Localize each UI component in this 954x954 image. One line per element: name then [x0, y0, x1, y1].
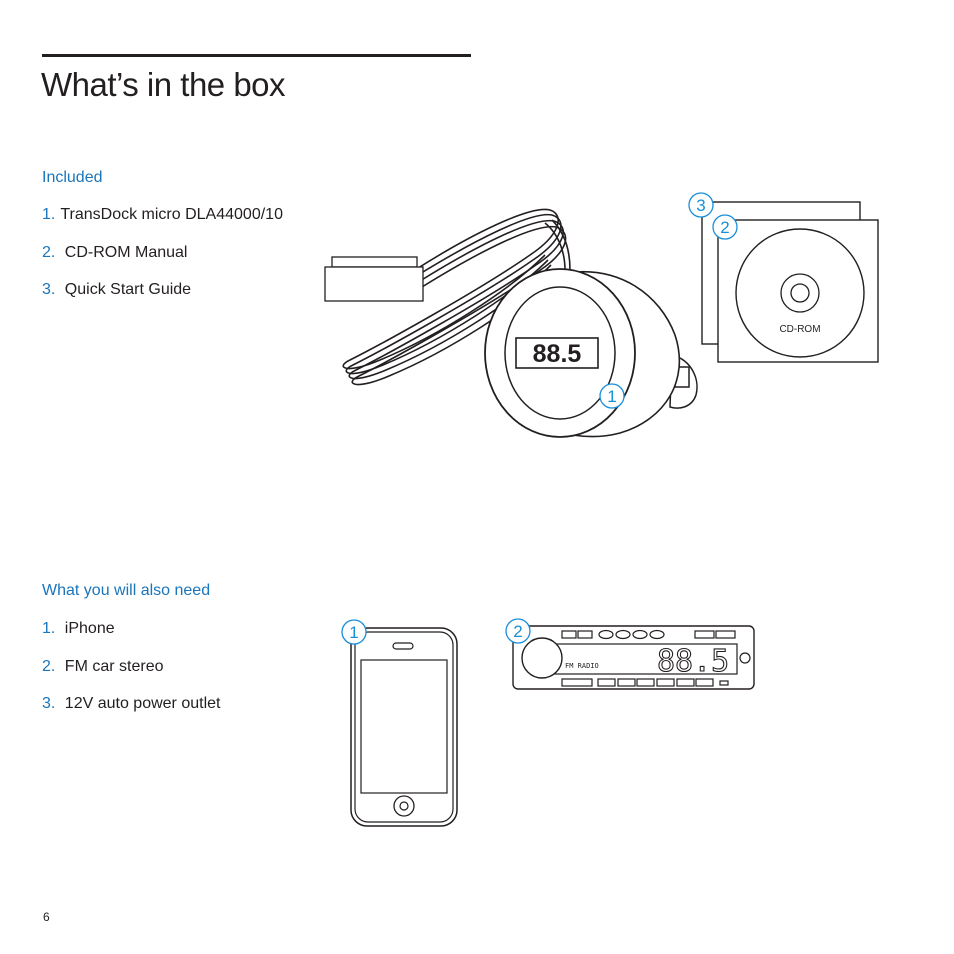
- list-item: 1. iPhone: [42, 620, 220, 658]
- item-number: 3.: [42, 281, 56, 298]
- svg-text:2: 2: [720, 218, 729, 237]
- item-number: 3.: [42, 695, 56, 712]
- iphone-illustration: 1: [341, 619, 458, 827]
- callout-transdock: 1: [599, 383, 625, 409]
- page-title: What’s in the box: [41, 66, 286, 103]
- transdock-body: 88.5: [484, 268, 681, 438]
- item-label: Quick Start Guide: [64, 281, 192, 298]
- also-need-list: 1. iPhone 2. FM car stereo 3. 12V auto p…: [42, 620, 220, 733]
- callout-cd: 2: [712, 214, 738, 240]
- transdock-illustration: 88.5 1: [324, 208, 698, 438]
- also-need-heading: What you will also need: [42, 582, 211, 599]
- list-item: 2. FM car stereo: [42, 658, 220, 696]
- item-label: TransDock micro DLA44000/10: [60, 206, 283, 223]
- list-item: 3. Quick Start Guide: [42, 281, 283, 319]
- item-label: FM car stereo: [64, 657, 164, 675]
- volume-knob: [521, 637, 563, 679]
- dock-connector: [324, 256, 424, 302]
- list-item: 1. TransDock micro DLA44000/10: [42, 206, 283, 244]
- transdock-display: 88.5: [533, 340, 582, 368]
- svg-text:2: 2: [513, 622, 522, 641]
- list-item: 3. 12V auto power outlet: [42, 695, 220, 733]
- cd-label: CD-ROM: [779, 324, 820, 335]
- item-number: 1.: [42, 620, 56, 637]
- item-label: CD-ROM Manual: [64, 243, 188, 261]
- callout-iphone: 1: [341, 619, 367, 645]
- cd-sleeve: [717, 219, 879, 363]
- item-label: 12V auto power outlet: [64, 695, 221, 712]
- list-item: 2. CD-ROM Manual: [42, 244, 283, 282]
- item-number: 2.: [42, 657, 56, 675]
- callout-stereo: 2: [505, 618, 531, 644]
- item-number: 2.: [42, 243, 56, 261]
- cdrom-illustration: CD-ROM 3 2: [688, 192, 879, 363]
- svg-text:3: 3: [696, 196, 705, 215]
- stereo-frequency: 88.5: [657, 644, 729, 679]
- callout-guide: 3: [688, 192, 714, 218]
- svg-text:1: 1: [349, 623, 358, 642]
- stereo-band-label: FM RADIO: [565, 662, 599, 670]
- svg-text:1: 1: [607, 387, 616, 406]
- included-heading: Included: [42, 169, 103, 186]
- stereo-illustration: FM RADIO 88.5 2: [505, 618, 755, 690]
- included-list: 1. TransDock micro DLA44000/10 2. CD-ROM …: [42, 206, 283, 319]
- item-label: iPhone: [64, 620, 115, 637]
- item-number: 1.: [42, 206, 56, 223]
- title-rule: [42, 54, 471, 57]
- page-number: 6: [43, 910, 50, 924]
